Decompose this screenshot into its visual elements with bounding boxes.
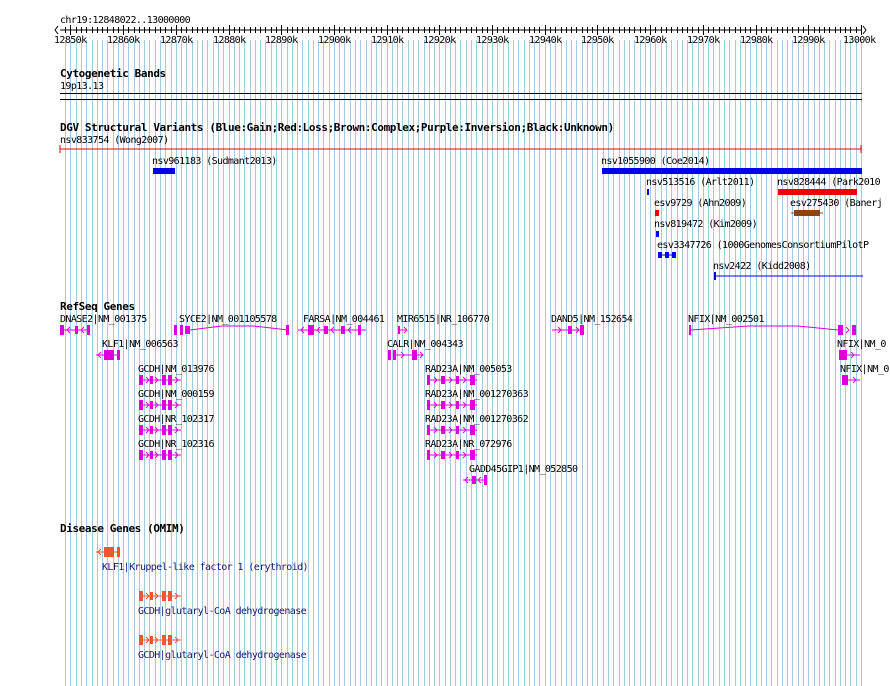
ruler-tick-label: 12940k <box>529 35 562 46</box>
ruler-tick-label: 13000k <box>843 35 876 46</box>
gene-model[interactable] <box>425 449 479 461</box>
ruler-tick-label: 12960k <box>634 35 667 46</box>
gene-model[interactable] <box>137 449 183 461</box>
dgv-variant-gain[interactable] <box>647 189 649 195</box>
ruler-tick-label: 12850k <box>54 35 87 46</box>
gene-model[interactable] <box>296 324 368 336</box>
dgv-variant-label[interactable]: nsv819472 (Kim2009) <box>654 219 758 230</box>
disease-gene-model[interactable] <box>137 590 183 602</box>
gene-model[interactable] <box>387 349 427 361</box>
ruler-tick-label: 12910k <box>371 35 404 46</box>
dgv-variant-label[interactable]: nsv513516 (Arlt2011) <box>646 177 755 188</box>
dgv-variant-loss[interactable] <box>655 210 659 216</box>
gene-model[interactable] <box>461 474 489 486</box>
cytoband-bar-top <box>60 93 862 94</box>
gene-model[interactable] <box>58 324 92 336</box>
dgv-variant-gain[interactable] <box>656 231 659 237</box>
gene-model[interactable] <box>688 324 862 336</box>
cytoband-bar-bottom <box>60 99 862 100</box>
disease-gene-label[interactable]: GCDH|glutaryl-CoA dehydrogenase <box>138 606 307 617</box>
ruler-tick-label: 12900k <box>318 35 351 46</box>
ruler-tick-label: 12950k <box>581 35 614 46</box>
disease-gene-model[interactable] <box>94 546 124 558</box>
ruler-tick-label: 12970k <box>687 35 720 46</box>
dgv-variant-complex[interactable] <box>789 208 825 218</box>
dgv-variant-label[interactable]: nsv961183 (Sudmant2013) <box>152 156 277 167</box>
gene-label[interactable]: MIR6515|NR_106770 <box>397 314 490 325</box>
gene-model[interactable] <box>840 374 862 386</box>
ruler-tick-label: 12860k <box>107 35 140 46</box>
disease-gene-model[interactable] <box>137 634 183 646</box>
refseq-track-title: RefSeq Genes <box>60 300 135 313</box>
cytoband-track-title: Cytogenetic Bands <box>60 67 166 80</box>
dgv-variant-loss[interactable] <box>778 189 857 195</box>
ruler-tick-label: 12930k <box>476 35 509 46</box>
dgv-variant-gain[interactable] <box>153 168 175 174</box>
gene-model[interactable] <box>425 374 479 386</box>
gene-model[interactable] <box>550 324 586 336</box>
ruler-tick-label: 12920k <box>423 35 456 46</box>
disease-gene-label[interactable]: KLF1|Kruppel-like factor 1 (erythroid) <box>102 562 309 573</box>
dgv-track-title: DGV Structural Variants (Blue:Gain;Red:L… <box>60 121 614 134</box>
dgv-variant-label[interactable]: esv9729 (Ahn2009) <box>654 198 747 209</box>
gene-model[interactable] <box>137 399 183 411</box>
gene-model[interactable] <box>137 424 183 436</box>
gene-model[interactable] <box>94 349 124 361</box>
dgv-variant-loss[interactable] <box>58 144 864 154</box>
dgv-variant-label[interactable]: nsv828444 (Park2010 <box>777 177 881 188</box>
gene-model[interactable] <box>425 399 479 411</box>
gene-model[interactable] <box>425 424 479 436</box>
dgv-variant-label[interactable]: esv3347726 (1000GenomesConsortiumPilotP <box>657 240 869 251</box>
gene-model[interactable] <box>837 349 862 361</box>
dgv-variant-gain[interactable] <box>713 271 864 281</box>
dgv-variant-gain[interactable] <box>656 250 678 260</box>
cytoband-label: 19p13.13 <box>60 81 104 92</box>
ruler-tick-label: 12980k <box>740 35 773 46</box>
ruler-tick-label: 12880k <box>213 35 246 46</box>
ruler-tick-label: 12890k <box>265 35 298 46</box>
gene-model[interactable] <box>137 374 183 386</box>
dgv-variant-gain[interactable] <box>602 168 862 174</box>
gene-model[interactable] <box>172 324 292 336</box>
gene-model[interactable] <box>396 324 410 336</box>
disease-gene-label[interactable]: GCDH|glutaryl-CoA dehydrogenase <box>138 650 307 661</box>
ruler-tick-label: 12870k <box>160 35 193 46</box>
dgv-variant-label[interactable]: nsv1055900 (Coe2014) <box>601 156 710 167</box>
ruler-tick-label: 12990k <box>792 35 825 46</box>
omim-track-title: Disease Genes (OMIM) <box>60 522 185 535</box>
